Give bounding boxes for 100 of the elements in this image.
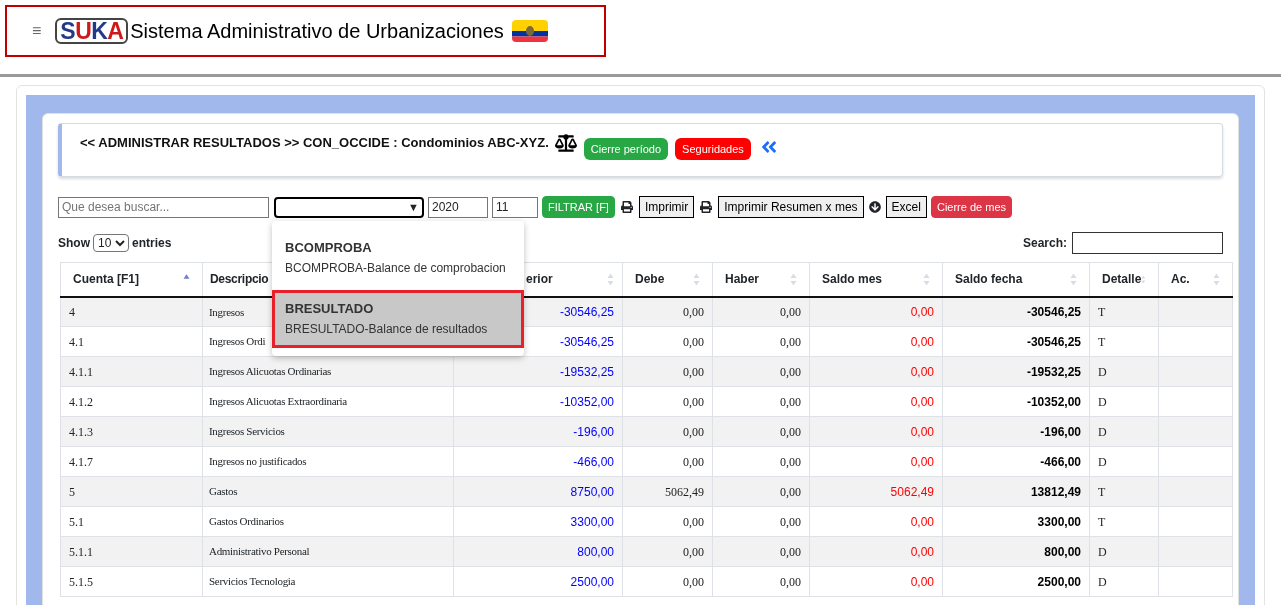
table-cell: D	[1089, 446, 1159, 477]
table-cell: 2500,00	[942, 566, 1090, 597]
column-header[interactable]: Debe	[635, 270, 665, 289]
table-cell: Administrativo Personal	[202, 536, 454, 567]
table-cell: Gastos Ordinarios	[202, 506, 454, 537]
table-cell: 0,00	[622, 536, 713, 567]
table-cell: -19532,25	[453, 356, 623, 387]
table-cell: 0,00	[712, 446, 810, 477]
table-cell: 0,00	[622, 326, 713, 357]
table-cell: T	[1089, 296, 1159, 327]
table-cell: 0,00	[622, 356, 713, 387]
menu-icon[interactable]: ≡	[32, 19, 42, 43]
toolbar-button[interactable]: Cierre de mes	[930, 196, 1013, 218]
table-search-field[interactable]	[1072, 232, 1223, 254]
search-field[interactable]: Que desea buscar...	[58, 196, 269, 218]
table-cell: D	[1089, 386, 1159, 417]
table-cell: 800,00	[453, 536, 623, 567]
printer-icon	[700, 201, 713, 213]
search-label: Search:	[1022, 235, 1067, 252]
table-cell: -30546,25	[942, 296, 1090, 327]
table-cell: D	[1089, 566, 1159, 597]
table-cell: 4	[60, 296, 203, 327]
column-header[interactable]: Haber	[725, 270, 759, 289]
table-cell: -10352,00	[453, 386, 623, 417]
toolbar-button[interactable]: Excel	[885, 196, 927, 218]
table-cell: 800,00	[942, 536, 1090, 567]
table-cell: 0,00	[712, 536, 810, 567]
table-cell: 5	[60, 476, 203, 507]
table-cell: 0,00	[809, 416, 943, 447]
caret-icon: ▼	[408, 198, 419, 216]
panel-title: << ADMINISTRAR RESULTADOS >> CON_OCCIDE : Condominios ABC-XYZ.	[80, 134, 549, 152]
table-cell: 5.1	[60, 506, 203, 537]
show-label: Show	[58, 235, 90, 252]
table-cell: -19532,25	[942, 356, 1090, 387]
table-cell: 0,00	[809, 566, 943, 597]
table-cell: 0,00	[809, 446, 943, 477]
toolbar-button[interactable]: Imprimir	[638, 196, 695, 218]
table-cell: 0,00	[712, 296, 810, 327]
double-chevron-left-icon[interactable]	[759, 138, 778, 156]
table-cell: 3300,00	[942, 506, 1090, 537]
table-cell: Ingresos Alicuotas Extraordinaria	[202, 386, 454, 417]
table-cell: 0,00	[809, 536, 943, 567]
table-cell: 0,00	[809, 356, 943, 387]
table-cell: 0,00	[712, 356, 810, 387]
table-cell: 5062,49	[809, 476, 943, 507]
table-cell: 2500,00	[453, 566, 623, 597]
table-cell: 13812,49	[942, 476, 1090, 507]
table-cell: 0,00	[809, 386, 943, 417]
table-cell: 4.1.7	[60, 446, 203, 477]
table-cell: 4.1.2	[60, 386, 203, 417]
table-cell: 8750,00	[453, 476, 623, 507]
month-field[interactable]: 11	[492, 196, 538, 218]
table-cell: -10352,00	[942, 386, 1090, 417]
table-cell: -196,00	[453, 416, 623, 447]
table-cell: Ingresos Servicios	[202, 416, 454, 447]
table-cell: -466,00	[942, 446, 1090, 477]
column-header[interactable]: Descripcio	[210, 270, 269, 289]
table-cell: 5062,49	[622, 476, 713, 507]
table-cell: 5.1.5	[60, 566, 203, 597]
table-cell: 0,00	[622, 506, 713, 537]
table-cell: 4.1.1	[60, 356, 203, 387]
table-cell: 4.1.3	[60, 416, 203, 447]
table-cell: Gastos	[202, 476, 454, 507]
app-title: Sistema Administrativo de Urbanizaciones	[130, 19, 504, 44]
table-cell: 0,00	[622, 566, 713, 597]
printer-icon	[620, 201, 633, 213]
report-select[interactable]: ▼	[274, 196, 424, 218]
dropdown-option[interactable]: BCOMPROBA BCOMPROBA-Balance de comprobacion	[272, 228, 524, 287]
table-cell: 0,00	[809, 506, 943, 537]
table-cell: T	[1089, 476, 1159, 507]
table-cell: D	[1089, 536, 1159, 567]
table-cell: Ingresos Alicuotas Ordinarias	[202, 356, 454, 387]
table-cell: 0,00	[809, 326, 943, 357]
table-cell: 0,00	[622, 296, 713, 327]
table-cell: 0,00	[809, 296, 943, 327]
table-cell: -196,00	[942, 416, 1090, 447]
table-cell: 0,00	[622, 446, 713, 477]
table-cell: 0,00	[622, 416, 713, 447]
entries-label: entries	[132, 235, 172, 252]
table-cell: D	[1089, 416, 1159, 447]
table-cell: 4.1	[60, 326, 203, 357]
table-cell: T	[1089, 506, 1159, 537]
table-cell: 0,00	[712, 506, 810, 537]
table-cell: Ingresos no justificados	[202, 446, 454, 477]
status-button[interactable]: Seguridades	[675, 138, 751, 160]
column-header[interactable]: erior	[526, 270, 553, 289]
entries-select[interactable]: 10	[93, 234, 129, 252]
table-cell: 0,00	[712, 386, 810, 417]
column-header[interactable]: Ac.	[1171, 270, 1190, 289]
year-field[interactable]: 2020	[428, 196, 488, 218]
toolbar-button[interactable]: Imprimir Resumen x mes	[718, 196, 864, 218]
table-cell: 3300,00	[453, 506, 623, 537]
table-cell: -30546,25	[942, 326, 1090, 357]
table-cell: 0,00	[712, 476, 810, 507]
table-cell: 5.1.1	[60, 536, 203, 567]
scale-icon	[554, 133, 577, 153]
table-cell: T	[1089, 326, 1159, 357]
table-cell: -466,00	[453, 446, 623, 477]
download-icon	[868, 201, 881, 213]
table-cell: 0,00	[712, 416, 810, 447]
